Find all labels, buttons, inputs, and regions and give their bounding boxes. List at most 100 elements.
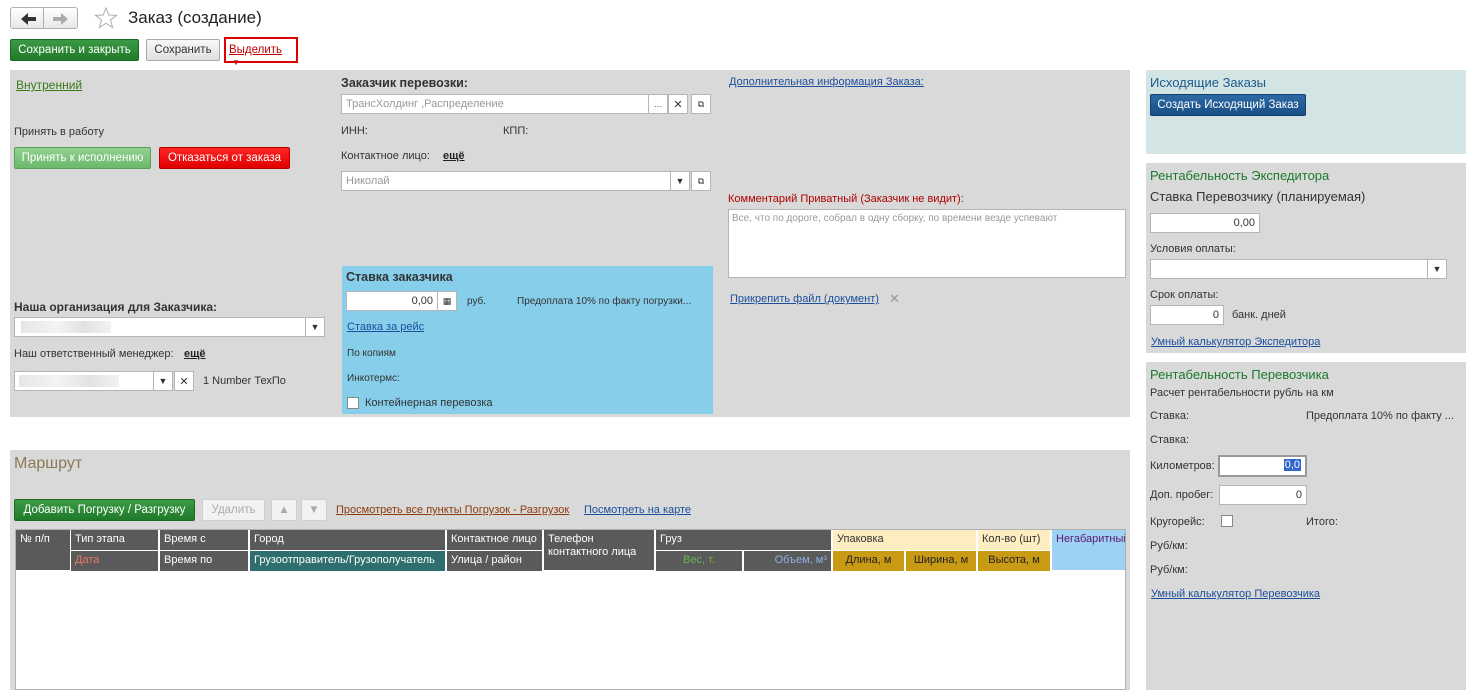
move-up-button[interactable]: ▲ [271, 499, 297, 521]
col-volume[interactable]: Объем, м³ [744, 551, 831, 571]
col-height[interactable]: Высота, м [978, 551, 1050, 571]
manager-extra: 1 Number ТехПо [203, 375, 286, 387]
create-outgoing-button[interactable]: Создать Исходящий Заказ [1150, 94, 1306, 116]
round-trip-checkbox[interactable] [1221, 515, 1233, 527]
save-button[interactable]: Сохранить [146, 39, 220, 61]
attach-file-link[interactable]: Прикрепить файл (документ) [730, 293, 879, 305]
select-menu-button[interactable]: Выделить ▼ [224, 37, 298, 67]
contact-dropdown[interactable]: ▼ [670, 171, 690, 191]
our-org-select[interactable] [14, 317, 306, 337]
km-input[interactable]: 0,0 [1218, 455, 1307, 477]
manager-select[interactable] [14, 371, 154, 391]
customer-input[interactable]: ТрансХолдинг ,Распределение [341, 94, 649, 114]
col-qty[interactable]: Кол-во (шт) [978, 530, 1050, 550]
our-org-dropdown[interactable]: ▼ [305, 317, 325, 337]
pay-terms-select[interactable] [1150, 259, 1428, 279]
view-map-link[interactable]: Посмотреть на карте [584, 504, 691, 516]
kpp-label: КПП: [503, 125, 529, 137]
forward-button[interactable] [44, 7, 78, 29]
customer-choose[interactable]: … [648, 94, 668, 114]
pay-due-label: Срок оплаты: [1150, 289, 1219, 301]
calculator-button[interactable]: ▦ [437, 291, 457, 311]
bank-days-label: банк. дней [1232, 309, 1286, 321]
comment-label: Комментарий Приватный (Заказчик не видит… [728, 193, 964, 205]
rate1-label: Ставка: [1150, 410, 1190, 422]
open-window-icon: ⧉ [697, 98, 705, 109]
route-title: Маршрут [14, 455, 83, 472]
back-button[interactable] [10, 7, 44, 29]
col-stage[interactable]: Тип этапа [71, 530, 158, 550]
incoterms-label: Инкотермс: [347, 373, 400, 384]
container-checkbox[interactable] [347, 397, 359, 409]
customer-label: Заказчик перевозки: [341, 76, 468, 90]
col-city[interactable]: Город [250, 530, 445, 550]
manager-label: Наш ответственный менеджер: [14, 348, 174, 360]
col-weight[interactable]: Вес, т. [656, 551, 742, 571]
internal-link[interactable]: Внутренний [16, 78, 82, 92]
customer-clear[interactable]: ✕ [668, 94, 688, 114]
customer-rate-panel [342, 266, 713, 414]
calc-desc: Расчет рентабельности рубль на км [1150, 387, 1334, 399]
customer-open[interactable]: ⧉ [691, 94, 711, 114]
arrow-right-icon [53, 13, 68, 25]
comment-textarea[interactable]: Все, что по дороге, собрал в одну сборку… [728, 209, 1126, 278]
favorite-star-icon[interactable] [94, 7, 118, 29]
pay-due-input[interactable]: 0 [1150, 305, 1224, 325]
col-cargo[interactable]: Груз [656, 530, 831, 550]
manager-dropdown[interactable]: ▼ [153, 371, 173, 391]
inn-label: ИНН: [341, 125, 368, 137]
accept-button[interactable]: Принять к исполнению [14, 147, 151, 169]
extra-run-label: Доп. пробег: [1150, 489, 1214, 501]
extra-info-link[interactable]: Дополнительная информация Заказа: [729, 76, 924, 88]
col-oversize[interactable]: Негабаритный [1052, 530, 1125, 570]
col-contact[interactable]: Контактное лицо [447, 530, 542, 550]
view-all-stops-link[interactable]: Просмотреть все пункты Погрузок - Разгру… [336, 504, 569, 516]
pay-terms-dropdown[interactable]: ▼ [1427, 259, 1447, 279]
rub-km-2: Руб/км: [1150, 564, 1188, 576]
rub-km-1: Руб/км: [1150, 540, 1188, 552]
col-time-from[interactable]: Время с [160, 530, 248, 550]
add-stop-button[interactable]: Добавить Погрузку / Разгрузку [14, 499, 195, 521]
calculator-icon: ▦ [442, 295, 452, 306]
col-shipper[interactable]: Грузоотправитель/Грузополучатель [250, 551, 445, 571]
col-date[interactable]: Дата [71, 551, 158, 571]
chevron-down-icon: ▼ [310, 322, 320, 332]
carrier-rate-input[interactable]: 0,00 [1150, 213, 1260, 233]
per-trip-link[interactable]: Ставка за рейс [347, 321, 424, 333]
col-packing[interactable]: Упаковка [833, 530, 976, 550]
delete-stop-button[interactable]: Удалить [202, 499, 265, 521]
contact-label: Контактное лицо: [341, 150, 430, 162]
manager-more-link[interactable]: ещё [184, 348, 206, 360]
extra-run-input[interactable]: 0 [1219, 485, 1307, 505]
move-down-button[interactable]: ▼ [301, 499, 327, 521]
contact-more-link[interactable]: ещё [443, 150, 465, 162]
chevron-down-icon: ▼ [232, 58, 240, 67]
rate-amount-input[interactable]: 0,00 [346, 291, 438, 311]
rate2-label: Ставка: [1150, 434, 1190, 446]
contact-open[interactable]: ⧉ [691, 171, 711, 191]
arrow-left-icon [21, 13, 36, 25]
round-trip-label: Кругорейс: [1150, 516, 1205, 528]
outgoing-title: Исходящие Заказы [1150, 75, 1267, 90]
remove-file-icon[interactable]: ✕ [889, 291, 900, 307]
manager-clear[interactable]: ✕ [174, 371, 194, 391]
open-window-icon: ⧉ [697, 175, 705, 186]
col-street[interactable]: Улица / район [447, 551, 542, 571]
contact-input[interactable]: Николай [341, 171, 671, 191]
reject-button[interactable]: Отказаться от заказа [159, 147, 290, 169]
col-phone[interactable]: Телефон контактного лица [544, 530, 654, 570]
chevron-down-icon: ▼ [1432, 264, 1442, 274]
container-label: Контейнерная перевозка [365, 397, 493, 409]
rate-prepay: Предоплата 10% по факту погрузки... [517, 296, 692, 307]
col-length[interactable]: Длина, м [833, 551, 904, 571]
col-time-to[interactable]: Время по [160, 551, 248, 571]
col-num[interactable]: № п/п [16, 530, 70, 570]
km-value: 0,0 [1283, 459, 1301, 471]
expeditor-calc-link[interactable]: Умный калькулятор Экспедитора [1151, 336, 1320, 348]
col-width[interactable]: Ширина, м [906, 551, 976, 571]
carrier-calc-link[interactable]: Умный калькулятор Перевозчика [1151, 588, 1320, 600]
save-close-button[interactable]: Сохранить и закрыть [10, 39, 139, 61]
expeditor-title: Рентабельность Экспедитора [1150, 168, 1330, 183]
customer-rate-title: Ставка заказчика [346, 270, 453, 284]
chevron-down-icon: ▼ [158, 376, 168, 386]
